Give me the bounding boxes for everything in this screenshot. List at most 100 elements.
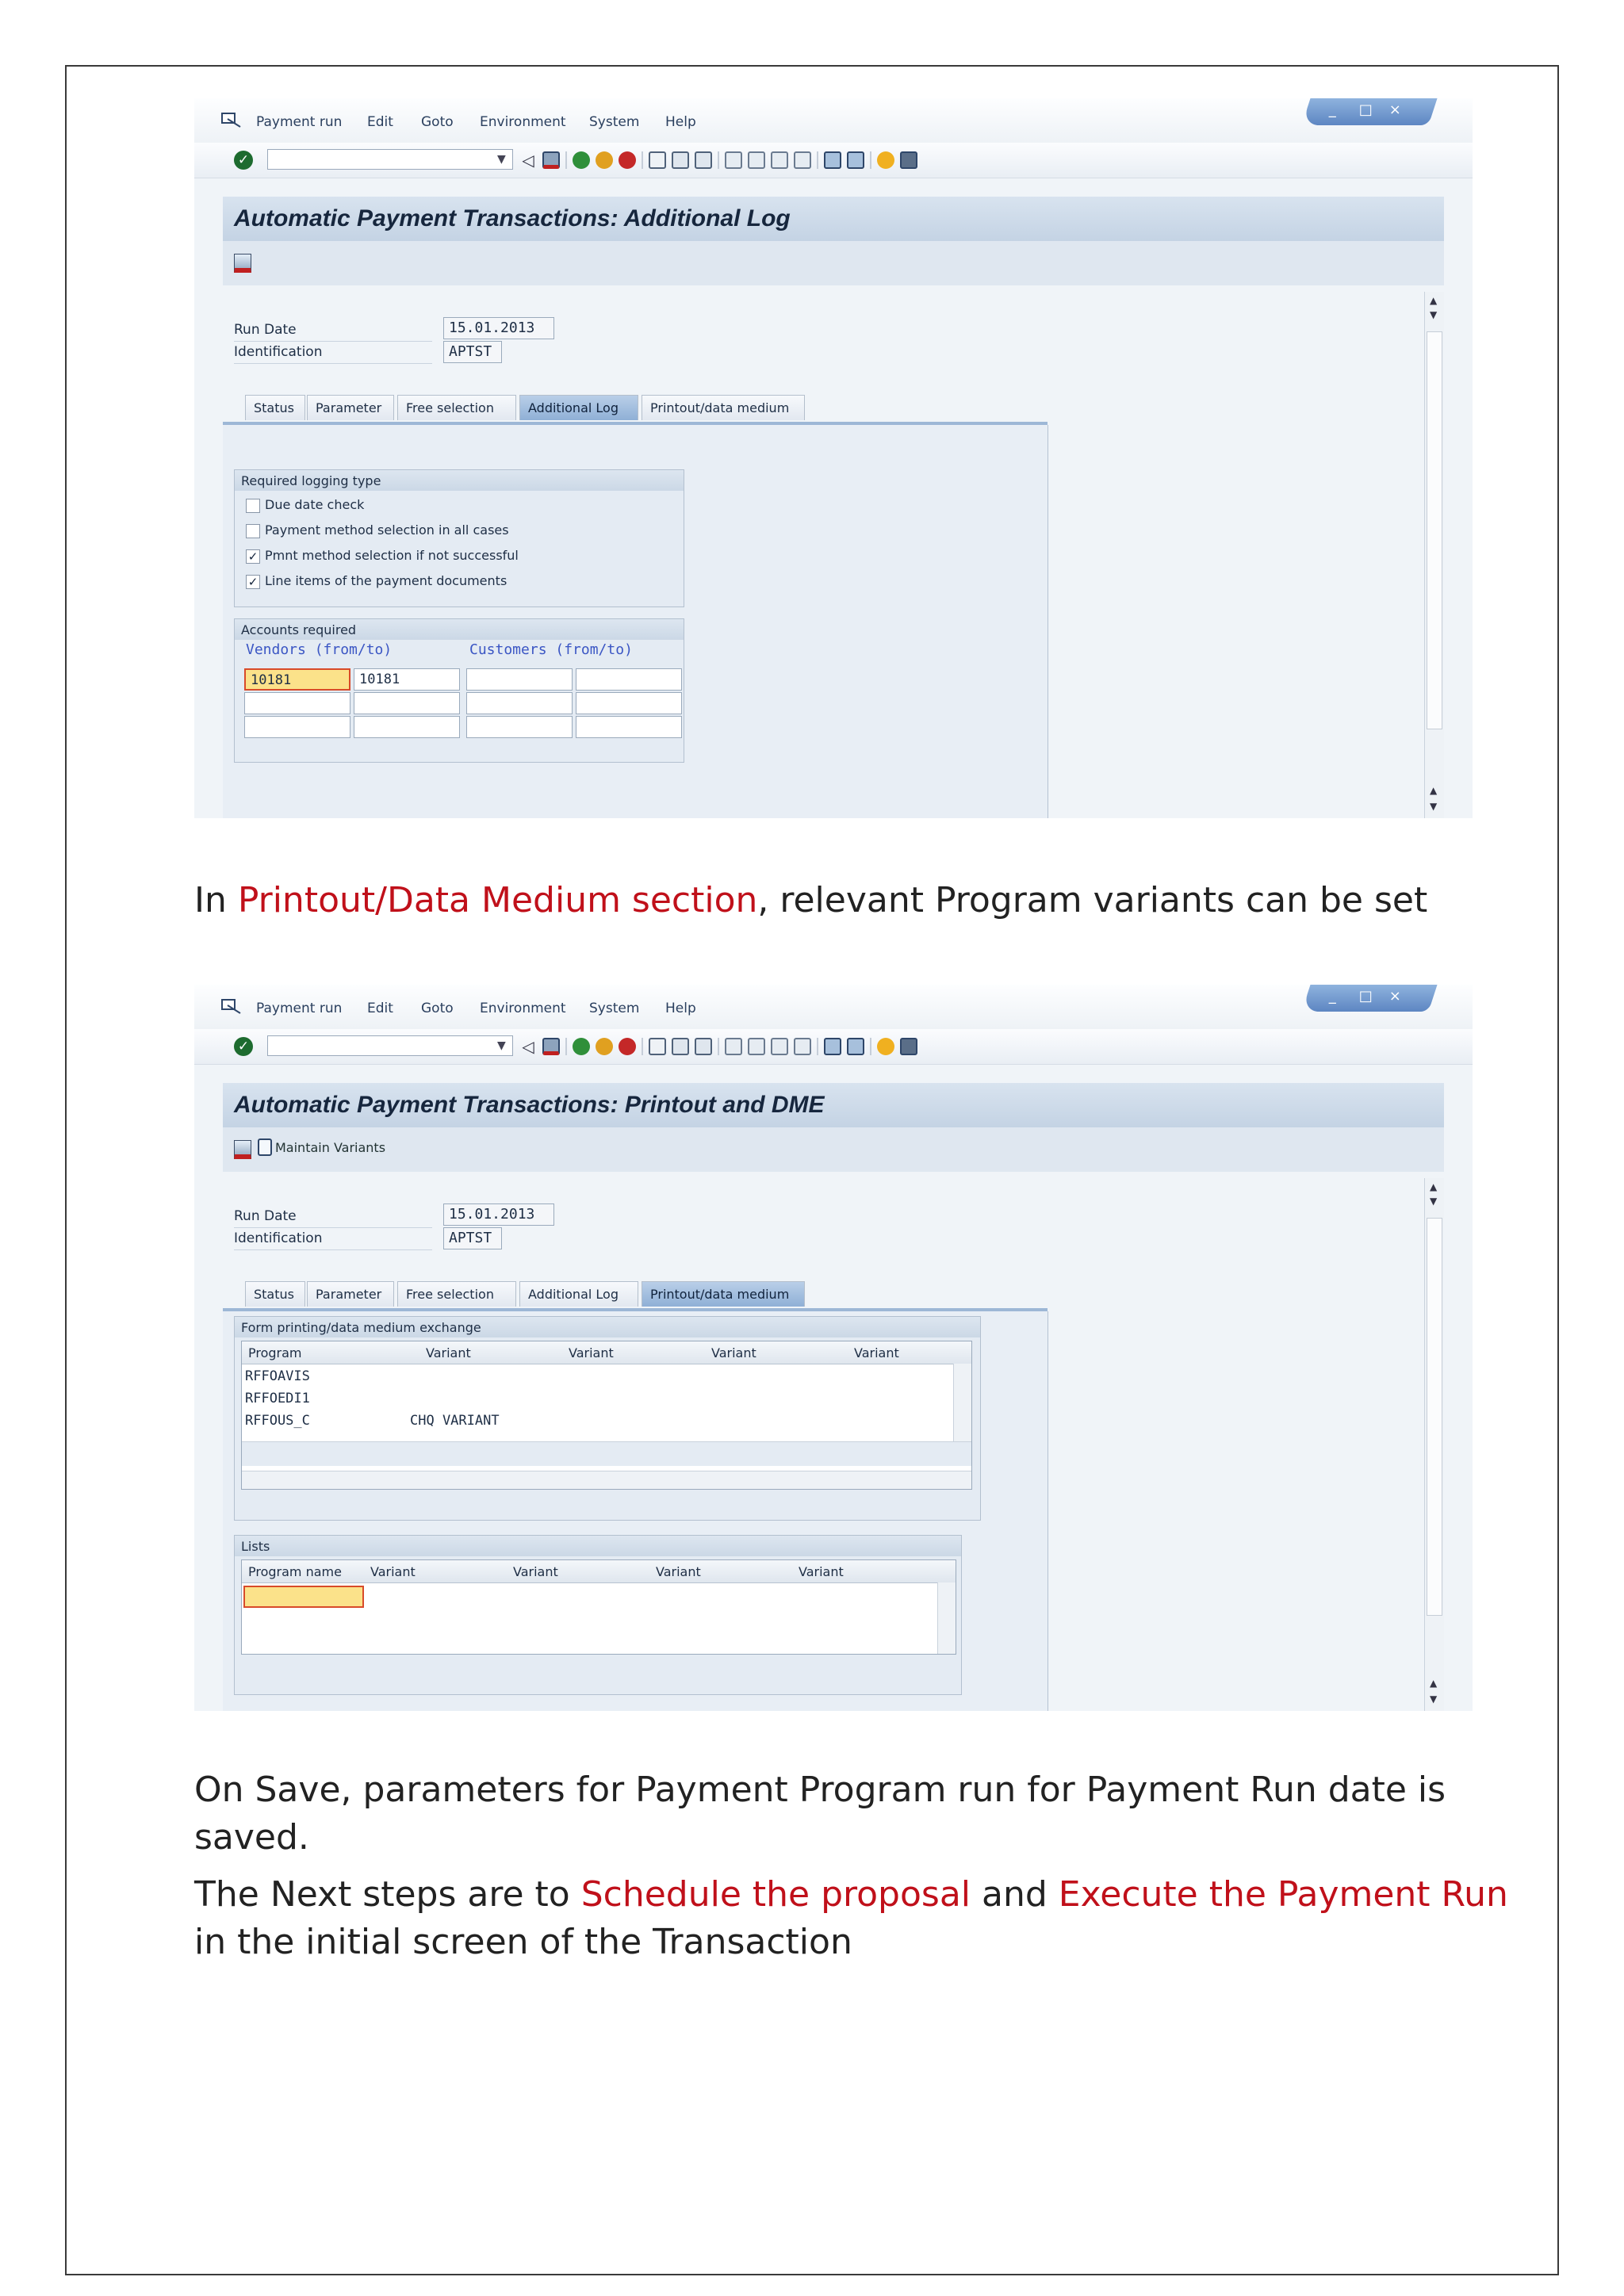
table-vertical-scrollbar[interactable] xyxy=(937,1582,956,1654)
print-icon[interactable] xyxy=(649,151,666,169)
command-field[interactable] xyxy=(267,149,513,170)
column-header-variant[interactable]: Variant xyxy=(656,1564,701,1579)
vendor-from-input[interactable]: 10181 xyxy=(244,668,350,691)
scroll-down-icon[interactable]: ▼ xyxy=(1430,801,1437,812)
tab-status[interactable]: Status xyxy=(245,1281,305,1307)
column-header-variant[interactable]: Variant xyxy=(370,1564,416,1579)
sap-menu-icon[interactable] xyxy=(221,113,242,128)
vertical-scrollbar[interactable]: ▲ ▼ ▲ ▼ xyxy=(1424,292,1444,818)
enter-check-icon[interactable]: ✓ xyxy=(234,151,253,170)
tab-printout-data-medium[interactable]: Printout/data medium xyxy=(642,1281,805,1307)
identification-field[interactable]: APTST xyxy=(443,341,502,363)
checkbox-pmnt-method-not-successful[interactable]: ✓ xyxy=(246,549,260,564)
menu-goto[interactable]: Goto xyxy=(421,1001,454,1016)
column-header-variant[interactable]: Variant xyxy=(799,1564,844,1579)
back-icon[interactable] xyxy=(573,151,590,169)
vendor-to-input[interactable] xyxy=(354,692,460,714)
column-header-program-name[interactable]: Program name xyxy=(248,1564,342,1579)
minimize-icon[interactable]: _ xyxy=(1329,988,1336,1004)
vendor-from-input[interactable] xyxy=(244,692,350,714)
save-icon[interactable] xyxy=(234,1140,251,1159)
back-icon[interactable] xyxy=(573,1038,590,1055)
chevron-down-icon[interactable]: ▼ xyxy=(497,149,506,170)
next-page-icon[interactable] xyxy=(771,151,788,169)
help-icon[interactable] xyxy=(877,151,894,169)
exit-icon[interactable] xyxy=(596,151,613,169)
column-header-variant[interactable]: Variant xyxy=(854,1345,899,1360)
find-icon[interactable] xyxy=(672,1038,689,1055)
save-icon[interactable] xyxy=(234,254,251,273)
customer-from-input[interactable] xyxy=(466,716,573,738)
tab-free-selection[interactable]: Free selection xyxy=(397,395,516,420)
print-icon[interactable] xyxy=(649,1038,666,1055)
menu-system[interactable]: System xyxy=(589,114,639,130)
scroll-thumb[interactable] xyxy=(1427,1218,1442,1616)
customer-to-input[interactable] xyxy=(576,668,682,691)
find-next-icon[interactable] xyxy=(695,1038,712,1055)
vendor-from-input[interactable] xyxy=(244,716,350,738)
identification-field[interactable]: APTST xyxy=(443,1227,502,1249)
last-page-icon[interactable] xyxy=(794,151,811,169)
layout-icon[interactable] xyxy=(900,1038,917,1055)
find-next-icon[interactable] xyxy=(695,151,712,169)
exit-icon[interactable] xyxy=(596,1038,613,1055)
shortcut-icon[interactable] xyxy=(847,151,864,169)
find-icon[interactable] xyxy=(672,151,689,169)
shortcut-icon[interactable] xyxy=(847,1038,864,1055)
table-row-variant[interactable]: CHQ VARIANT xyxy=(410,1413,500,1429)
maximize-icon[interactable]: □ xyxy=(1359,988,1373,1004)
menu-edit[interactable]: Edit xyxy=(367,114,393,130)
chevron-down-icon[interactable]: ▼ xyxy=(497,1035,506,1056)
back-arrow-icon[interactable]: ◁ xyxy=(519,1038,537,1055)
vertical-scrollbar[interactable]: ▲ ▼ ▲ ▼ xyxy=(1424,1178,1444,1711)
scroll-up-icon[interactable]: ▲ xyxy=(1430,295,1437,306)
checkbox-payment-method-all-cases[interactable] xyxy=(246,524,260,538)
vendor-to-input[interactable] xyxy=(354,716,460,738)
cancel-icon[interactable] xyxy=(619,1038,636,1055)
column-header-variant[interactable]: Variant xyxy=(426,1345,471,1360)
close-icon[interactable]: × xyxy=(1389,101,1401,118)
help-icon[interactable] xyxy=(877,1038,894,1055)
tab-additional-log[interactable]: Additional Log xyxy=(519,395,638,420)
table-horizontal-scrollbar[interactable] xyxy=(242,1471,971,1489)
program-name-input[interactable] xyxy=(243,1586,364,1608)
new-session-icon[interactable] xyxy=(824,151,841,169)
tab-free-selection[interactable]: Free selection xyxy=(397,1281,516,1307)
menu-help[interactable]: Help xyxy=(665,1001,696,1016)
tab-printout-data-medium[interactable]: Printout/data medium xyxy=(642,395,805,420)
menu-environment[interactable]: Environment xyxy=(480,114,566,130)
customer-from-input[interactable] xyxy=(466,668,573,691)
table-vertical-scrollbar[interactable] xyxy=(953,1364,971,1451)
menu-payment-run[interactable]: Payment run xyxy=(256,114,342,130)
close-icon[interactable]: × xyxy=(1389,988,1401,1004)
first-page-icon[interactable] xyxy=(725,1038,742,1055)
checkbox-line-items[interactable]: ✓ xyxy=(246,575,260,589)
customer-to-input[interactable] xyxy=(576,692,682,714)
back-arrow-icon[interactable]: ◁ xyxy=(519,151,537,169)
column-header-variant[interactable]: Variant xyxy=(513,1564,558,1579)
sap-menu-icon[interactable] xyxy=(221,999,242,1015)
scroll-down-icon[interactable]: ▼ xyxy=(1430,1693,1437,1705)
customer-from-input[interactable] xyxy=(466,692,573,714)
tab-parameter[interactable]: Parameter xyxy=(307,1281,394,1307)
customer-to-input[interactable] xyxy=(576,716,682,738)
scroll-up-icon[interactable]: ▲ xyxy=(1430,785,1437,796)
tab-additional-log[interactable]: Additional Log xyxy=(519,1281,638,1307)
scroll-down-icon[interactable]: ▼ xyxy=(1430,1196,1437,1207)
new-session-icon[interactable] xyxy=(824,1038,841,1055)
command-field[interactable] xyxy=(267,1035,513,1056)
maximize-icon[interactable]: □ xyxy=(1359,101,1373,118)
column-header-variant[interactable]: Variant xyxy=(569,1345,614,1360)
cancel-icon[interactable] xyxy=(619,151,636,169)
scroll-down-icon[interactable]: ▼ xyxy=(1430,309,1437,320)
maintain-variants-button[interactable]: Maintain Variants xyxy=(275,1140,385,1155)
scroll-up-icon[interactable]: ▲ xyxy=(1430,1181,1437,1192)
next-page-icon[interactable] xyxy=(771,1038,788,1055)
run-date-field[interactable]: 15.01.2013 xyxy=(443,1203,554,1226)
table-row-program[interactable]: RFFOUS_C xyxy=(245,1413,310,1429)
scroll-thumb[interactable] xyxy=(1427,331,1442,729)
menu-payment-run[interactable]: Payment run xyxy=(256,1001,342,1016)
vendor-to-input[interactable]: 10181 xyxy=(354,668,460,691)
previous-page-icon[interactable] xyxy=(748,1038,765,1055)
column-header-program[interactable]: Program xyxy=(248,1345,302,1360)
